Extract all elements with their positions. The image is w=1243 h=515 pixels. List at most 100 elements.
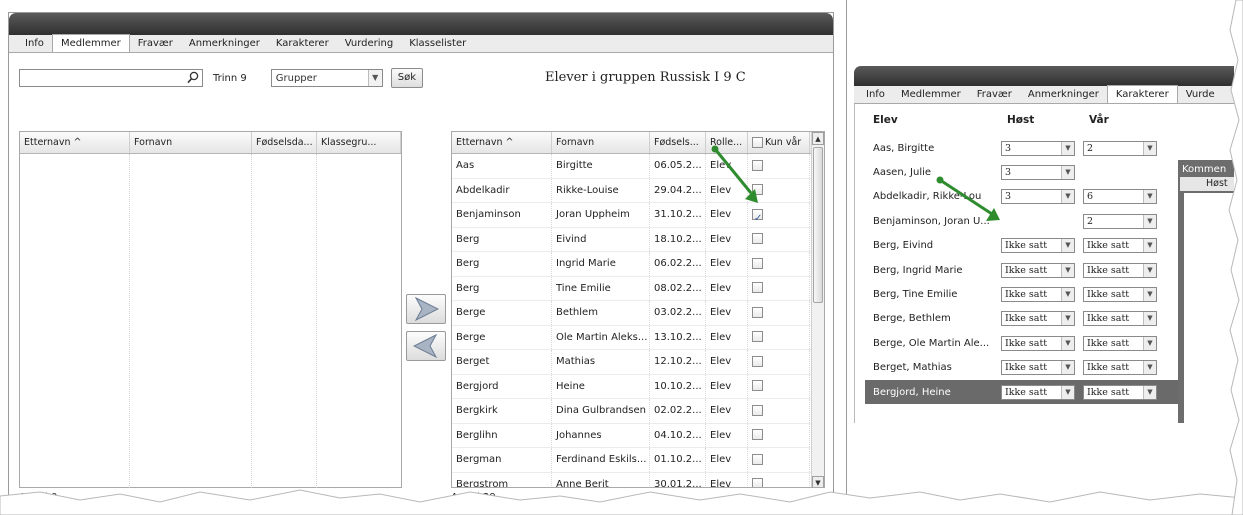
column-header-fornavn[interactable]: Fornavn [552,132,650,153]
tab-fravaer[interactable]: Fravær [130,36,181,52]
table-row[interactable]: Berge Ole Martin Aleks... 13.10.2... Elev [452,325,824,350]
var-grade-select[interactable]: 2 ▼ [1083,140,1157,156]
kun-var-checkbox[interactable] [752,282,763,293]
dropdown-icon[interactable]: ▼ [1143,361,1156,375]
table-row[interactable]: Berget Mathias 12.10.2... Elev [452,350,824,375]
kun-var-checkbox[interactable] [752,331,763,342]
dropdown-icon[interactable]: ▼ [1143,336,1156,350]
kun-var-checkbox[interactable] [752,207,763,227]
grade-row[interactable]: Berg, Tine Emilie Ikke satt ▼ Ikke satt ▼ [865,282,1178,306]
vertical-scrollbar[interactable]: ▲ ▼ [811,132,824,487]
table-row[interactable]: Aas Birgitte 06.05.2... Elev [452,154,824,179]
dropdown-icon[interactable]: ▼ [1143,190,1156,204]
table-row[interactable]: Berg Ingrid Marie 06.02.2... Elev [452,252,824,277]
table-row[interactable]: Bergstrom Anne Berit 30.01.2... Elev [452,472,824,487]
column-header-fodselsdato[interactable]: Fødsels... [650,132,706,153]
column-header-etternavn[interactable]: Etternavn ^ [20,132,130,153]
host-grade-select[interactable]: Ikke satt ▼ [1001,311,1075,327]
table-row[interactable]: Berge Bethlem 03.02.2... Elev [452,301,824,326]
host-grade-select[interactable]: Ikke satt ▼ [1001,384,1075,400]
column-header-kun-var[interactable]: Kun vår [748,132,810,153]
column-header-rolle[interactable]: Rolle... [706,132,748,153]
add-to-group-button[interactable] [406,294,446,324]
table-row[interactable]: Bergman Ferdinand Eskils... 01.10.2... Elev [452,448,824,473]
grade-row[interactable]: Aasen, Julie 3 ▼ [865,160,1178,184]
dropdown-icon[interactable]: ▼ [1061,239,1074,253]
dropdown-icon[interactable]: ▼ [1061,190,1074,204]
dropdown-icon[interactable]: ▼ [1061,263,1074,277]
dropdown-icon[interactable]: ▼ [1061,385,1074,399]
var-grade-select[interactable]: 6 ▼ [1083,189,1157,205]
host-grade-select[interactable]: Ikke satt ▼ [1001,287,1075,303]
search-icon[interactable] [187,71,199,84]
kun-var-checkbox[interactable] [752,478,763,487]
table-row[interactable]: Benjaminson Joran Uppheim 31.10.2... Elev [452,203,824,228]
host-grade-select[interactable]: Ikke satt ▼ [1001,335,1075,351]
var-grade-select[interactable]: Ikke satt ▼ [1083,335,1157,351]
dropdown-icon[interactable]: ▼ [1143,263,1156,277]
kun-var-checkbox[interactable] [752,159,763,171]
dropdown-icon[interactable]: ▼ [1143,141,1156,155]
var-grade-select[interactable]: Ikke satt ▼ [1083,360,1157,376]
host-grade-select[interactable]: 3 ▼ [1001,140,1075,156]
host-grade-select[interactable]: Ikke satt ▼ [1001,238,1075,254]
tab-klasselister[interactable]: Klasselister [401,36,474,52]
table-row[interactable]: Abdelkadir Rikke-Louise 29.04.2... Elev [452,178,824,203]
dropdown-icon[interactable]: ▼ [1143,214,1156,228]
kun-var-checkbox[interactable] [752,233,763,244]
var-grade-select[interactable]: Ikke satt ▼ [1083,287,1157,303]
dropdown-icon[interactable]: ▼ [1061,312,1074,326]
table-row[interactable]: Berg Eivind 18.10.2... Elev [452,227,824,252]
grade-row[interactable]: Bergjord, Heine Ikke satt ▼ Ikke satt ▼ [865,380,1178,405]
kun-var-checkbox[interactable] [752,355,763,367]
grade-row[interactable]: Abdelkadir, Rikke-Lou 3 ▼ 6 ▼ [865,185,1178,209]
tab-anmerkninger[interactable]: Anmerkninger [181,36,268,52]
var-grade-select[interactable]: Ikke satt ▼ [1083,262,1157,278]
kun-var-all-checkbox[interactable] [752,137,763,148]
tab-info[interactable]: Info [858,87,893,103]
dropdown-icon[interactable]: ▼ [1143,288,1156,302]
table-row[interactable]: Bergjord Heine 10.10.2... Elev [452,374,824,399]
kun-var-checkbox[interactable] [752,404,763,416]
tab-karakterer[interactable]: Karakterer [268,36,337,52]
var-grade-select[interactable]: Ikke satt ▼ [1083,311,1157,327]
column-header-fornavn[interactable]: Fornavn [130,132,252,153]
grade-row[interactable]: Berget, Mathias Ikke satt ▼ Ikke satt ▼ [865,356,1178,380]
dropdown-icon[interactable]: ▼ [1061,141,1074,155]
dropdown-icon[interactable]: ▼ [1143,385,1156,399]
host-grade-select[interactable]: Ikke satt ▼ [1001,360,1075,376]
table-row[interactable]: Bergkirk Dina Gulbrandsen 02.02.2... Elev [452,399,824,424]
tab-fravaer[interactable]: Fravær [969,87,1020,103]
tab-karakterer[interactable]: Karakterer [1106,85,1178,103]
tab-medlemmer[interactable]: Medlemmer [893,87,969,103]
table-row[interactable]: Berg Tine Emilie 08.02.2... Elev [452,276,824,301]
tab-medlemmer[interactable]: Medlemmer [51,34,130,52]
dropdown-icon[interactable]: ▼ [1061,288,1074,302]
dropdown-icon[interactable]: ▼ [1143,239,1156,253]
grade-row[interactable]: Benjaminson, Joran U... 2 ▼ [865,209,1178,233]
kun-var-checkbox[interactable] [752,380,763,391]
var-grade-select[interactable]: 2 ▼ [1083,213,1157,229]
kun-var-checkbox[interactable] [752,184,763,195]
grade-row[interactable]: Berge, Bethlem Ikke satt ▼ Ikke satt ▼ [865,307,1178,331]
dropdown-icon[interactable]: ▼ [367,70,382,86]
tab-vurdering[interactable]: Vurdering [337,36,402,52]
tab-anmerkninger[interactable]: Anmerkninger [1020,87,1107,103]
var-grade-select[interactable]: Ikke satt ▼ [1083,384,1157,400]
scroll-up-icon[interactable]: ▲ [812,132,824,145]
kun-var-checkbox[interactable] [752,257,763,269]
host-grade-select[interactable]: Ikke satt ▼ [1001,262,1075,278]
dropdown-icon[interactable]: ▼ [1143,312,1156,326]
comment-tab-host[interactable]: Høst [1180,177,1234,191]
dropdown-icon[interactable]: ▼ [1061,166,1074,180]
tab-info[interactable]: Info [17,36,52,52]
host-grade-select[interactable]: 3 ▼ [1001,165,1075,181]
table-row[interactable]: Berglihn Johannes 04.10.2... Elev [452,423,824,448]
dropdown-icon[interactable]: ▼ [1061,361,1074,375]
comment-textarea[interactable] [1184,193,1234,423]
search-input[interactable] [20,70,180,86]
var-grade-select[interactable]: Ikke satt ▼ [1083,238,1157,254]
column-header-etternavn[interactable]: Etternavn ^ [452,132,552,153]
search-button[interactable]: Søk [390,68,424,88]
host-grade-select[interactable]: 3 ▼ [1001,189,1075,205]
